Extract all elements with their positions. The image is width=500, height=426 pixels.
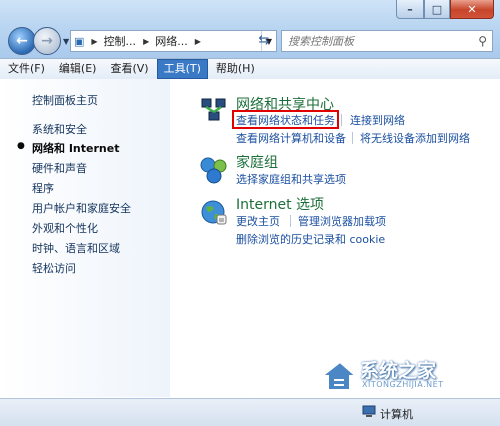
sidebar-item-clock-language[interactable]: 时钟、语言和区域 [32,240,120,256]
view-network-status-link[interactable]: 查看网络状态和任务 [236,112,335,128]
link-separator [352,132,353,144]
sidebar-item-system-security[interactable]: 系统和安全 [32,121,87,137]
control-panel-window: – □ ✕ ← → ▼ ▣ ▶ 控制... ▶ 网络... ▶ ▼ ⇆ ⚲ 文件… [0,0,500,426]
network-center-icon [201,98,226,121]
homegroup-icon [200,157,227,184]
homegroup-sharing-options-link[interactable]: 选择家庭组和共享选项 [236,171,346,187]
search-icon[interactable]: ⚲ [478,34,487,48]
sidebar-item-network-internet[interactable]: 网络和 Internet [32,140,119,156]
link-separator [290,215,291,227]
internet-options-title[interactable]: Internet 选项 [236,194,324,214]
watermark-url: XITONGZHIJIA.NET [362,380,444,389]
breadcrumb-separator-icon[interactable]: ▶ [88,37,100,46]
breadcrumb-separator-icon[interactable]: ▶ [140,37,152,46]
homegroup-title[interactable]: 家庭组 [236,152,278,172]
refresh-icon[interactable]: ⇆ [254,30,274,50]
main-content: 网络和共享中心 查看网络状态和任务 连接到网络 查看网络计算机和设备 将无线设备… [170,79,500,397]
sidebar: 控制面板主页 系统和安全 ● 网络和 Internet 硬件和声音 程序 用户帐… [0,79,170,397]
add-wireless-device-link[interactable]: 将无线设备添加到网络 [360,130,470,146]
search-box[interactable]: ⚲ [281,30,493,52]
status-location-text: 计算机 [380,408,413,421]
sidebar-home-link[interactable]: 控制面板主页 [32,92,98,108]
sidebar-item-user-accounts[interactable]: 用户帐户和家庭安全 [32,200,131,216]
watermark: 系统之家 XITONGZHIJIA.NET [310,352,490,402]
sidebar-item-programs[interactable]: 程序 [32,180,54,196]
computer-icon [362,405,376,417]
menu-view[interactable]: 查看(V) [104,60,154,78]
breadcrumb-control-panel[interactable]: 控制... [101,31,141,51]
sidebar-item-ease-of-access[interactable]: 轻松访问 [32,260,76,276]
back-button[interactable]: ← [8,27,36,55]
menu-file[interactable]: 文件(F) [2,60,51,78]
search-input[interactable] [282,33,470,49]
sidebar-item-hardware-sound[interactable]: 硬件和声音 [32,160,87,176]
menu-edit[interactable]: 编辑(E) [53,60,103,78]
link-separator [341,114,342,126]
minimize-button[interactable]: – [396,0,424,19]
caption-buttons: – □ ✕ [396,0,494,20]
menu-bar: 文件(F) 编辑(E) 查看(V) 工具(T) 帮助(H) [0,58,500,80]
navigation-buttons: ← → ▼ [8,26,73,56]
forward-button[interactable]: → [33,27,61,55]
change-homepage-link[interactable]: 更改主页 [236,213,280,229]
manage-addons-link[interactable]: 管理浏览器加载项 [298,213,386,229]
view-network-computers-link[interactable]: 查看网络计算机和设备 [236,130,346,146]
maximize-button[interactable]: □ [424,0,450,19]
breadcrumb-network[interactable]: 网络... [152,31,192,51]
address-root-icon: ▣ [74,34,85,48]
title-bar: – □ ✕ ← → ▼ ▣ ▶ 控制... ▶ 网络... ▶ ▼ ⇆ ⚲ [0,0,500,60]
menu-tools[interactable]: 工具(T) [156,59,208,79]
close-button[interactable]: ✕ [450,0,494,19]
sidebar-item-appearance[interactable]: 外观和个性化 [32,220,98,236]
breadcrumb-separator-icon[interactable]: ▶ [192,37,204,46]
current-item-bullet-icon: ● [17,141,25,151]
address-bar[interactable]: ▣ ▶ 控制... ▶ 网络... ▶ ▼ [70,30,277,52]
internet-options-icon [201,200,227,225]
connect-to-network-link[interactable]: 连接到网络 [350,112,405,128]
watermark-title: 系统之家 [360,360,437,382]
menu-help[interactable]: 帮助(H) [210,60,261,78]
watermark-logo-icon [320,360,358,391]
status-bar: 计算机 [0,398,500,426]
delete-history-link[interactable]: 删除浏览的历史记录和 cookie [236,231,385,247]
